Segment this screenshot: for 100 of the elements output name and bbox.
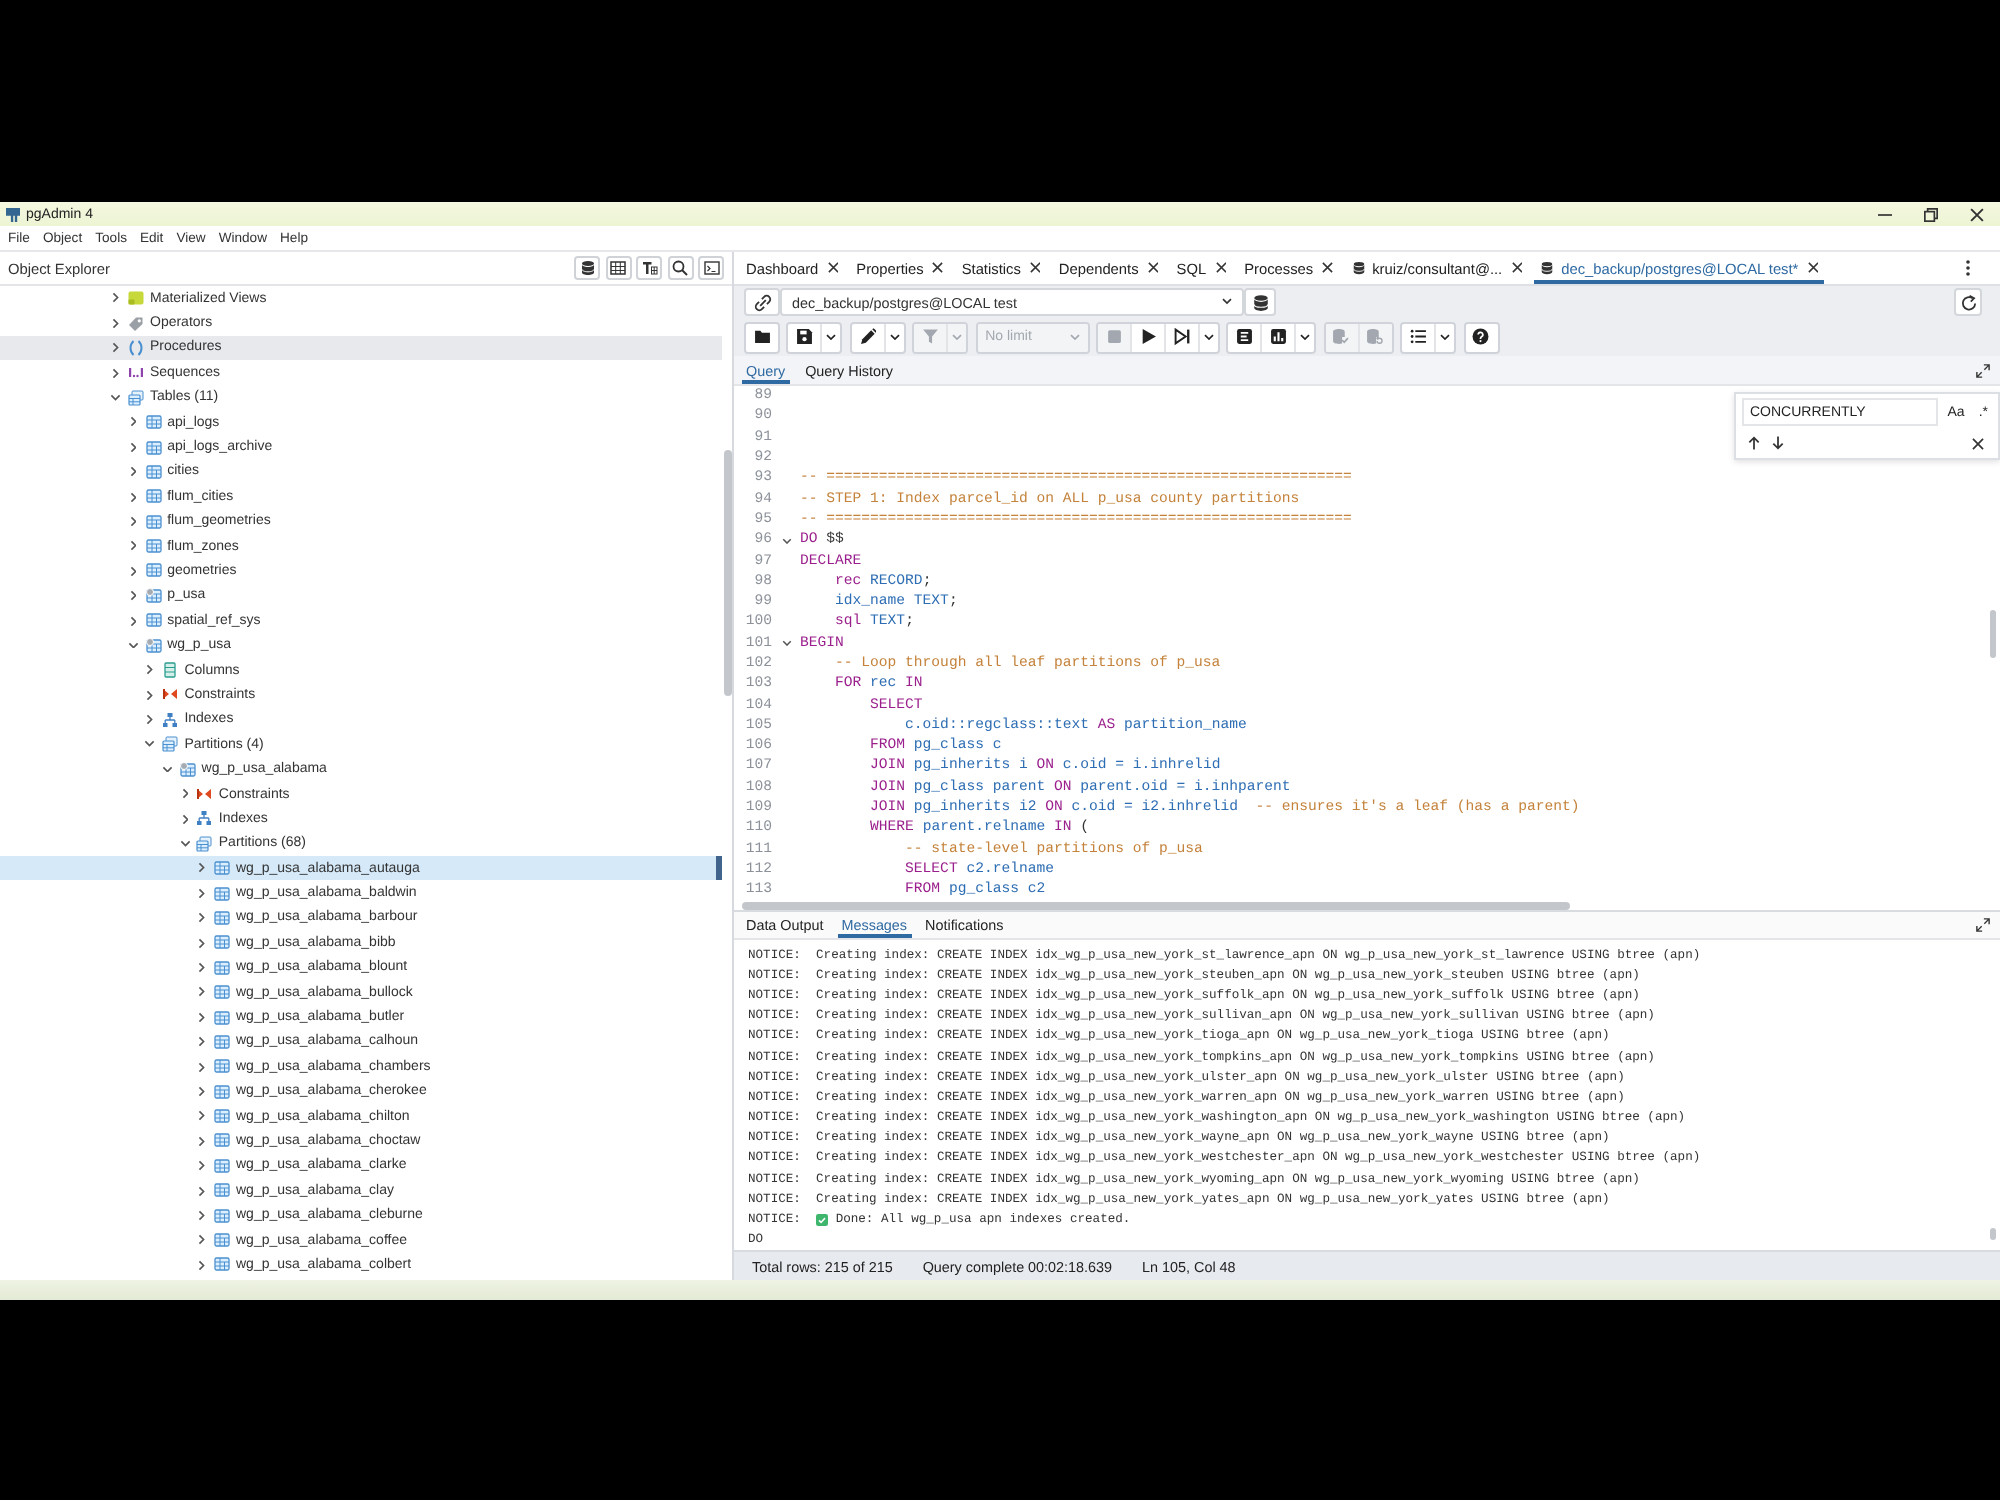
close-icon[interactable] bbox=[1029, 262, 1041, 274]
chevron-right-icon[interactable] bbox=[198, 1259, 206, 1271]
terminal-icon bbox=[703, 260, 719, 276]
dropdown-button[interactable] bbox=[1434, 323, 1455, 351]
dropdown-button[interactable] bbox=[1294, 323, 1315, 351]
chevron-right-icon[interactable] bbox=[129, 441, 137, 453]
close-icon[interactable] bbox=[932, 262, 944, 274]
scrollbar-thumb[interactable] bbox=[724, 450, 731, 696]
arrow-up-icon[interactable] bbox=[1748, 436, 1760, 450]
chevron-right-icon[interactable] bbox=[181, 813, 189, 825]
close-icon[interactable] bbox=[1511, 262, 1523, 274]
chevron-right-icon[interactable] bbox=[198, 912, 206, 924]
chevron-down-icon[interactable] bbox=[127, 641, 139, 649]
table-icon bbox=[214, 1083, 230, 1100]
close-icon[interactable] bbox=[1215, 262, 1227, 274]
chevron-down-icon[interactable] bbox=[781, 640, 791, 647]
list-icon bbox=[1409, 328, 1427, 346]
new-connection-button[interactable] bbox=[1244, 288, 1276, 316]
chevron-down-icon[interactable] bbox=[162, 765, 174, 773]
chevron-right-icon[interactable] bbox=[198, 1209, 206, 1221]
dropdown-button[interactable] bbox=[883, 323, 904, 351]
chevron-right-icon[interactable] bbox=[198, 937, 206, 949]
chevron-right-icon[interactable] bbox=[198, 1110, 206, 1122]
chevron-right-icon[interactable] bbox=[198, 961, 206, 973]
table-icon bbox=[214, 885, 230, 902]
rotate-icon bbox=[1959, 293, 1977, 311]
table-icon bbox=[214, 909, 230, 926]
caret-icon bbox=[1222, 298, 1232, 306]
chevron-right-icon[interactable] bbox=[112, 317, 120, 329]
database-icon bbox=[579, 260, 595, 276]
close-icon[interactable] bbox=[1972, 437, 1984, 449]
chevron-right-icon[interactable] bbox=[112, 342, 120, 354]
expand-icon[interactable] bbox=[1976, 363, 1990, 377]
expand-icon[interactable] bbox=[1976, 918, 1990, 932]
chevron-right-icon[interactable] bbox=[129, 515, 137, 527]
search-icon bbox=[672, 260, 688, 276]
chevron-down-icon[interactable] bbox=[781, 537, 791, 544]
psql-tool-button[interactable] bbox=[698, 256, 724, 280]
caret-icon bbox=[826, 333, 837, 341]
table-icon bbox=[214, 984, 230, 1001]
dropdown-button[interactable] bbox=[820, 323, 841, 351]
scrollbar-thumb[interactable] bbox=[1990, 610, 1996, 658]
close-icon[interactable] bbox=[1322, 262, 1334, 274]
table-icon bbox=[145, 488, 162, 505]
connection-status-button[interactable] bbox=[744, 288, 780, 316]
chevron-right-icon[interactable] bbox=[112, 367, 120, 379]
caret-icon bbox=[1440, 333, 1451, 341]
chevron-right-icon[interactable] bbox=[198, 862, 206, 874]
arrow-down-icon[interactable] bbox=[1772, 436, 1784, 450]
chevron-right-icon[interactable] bbox=[198, 1135, 206, 1147]
dropdown-button[interactable] bbox=[1197, 323, 1218, 351]
chevron-right-icon[interactable] bbox=[129, 540, 137, 552]
table-grid-icon bbox=[610, 260, 626, 276]
chevron-right-icon[interactable] bbox=[198, 1061, 206, 1073]
table-badge-icon bbox=[179, 761, 196, 778]
chevron-right-icon[interactable] bbox=[129, 416, 137, 428]
chevron-right-icon[interactable] bbox=[129, 590, 137, 602]
chevron-right-icon[interactable] bbox=[198, 1011, 206, 1023]
chevron-right-icon[interactable] bbox=[112, 292, 120, 304]
close-icon[interactable] bbox=[1147, 262, 1159, 274]
restore-icon bbox=[1924, 207, 1938, 221]
close-icon[interactable] bbox=[1807, 262, 1819, 274]
bowtie-icon bbox=[196, 786, 213, 802]
folder-icon bbox=[753, 328, 771, 346]
play-bar-icon bbox=[1173, 328, 1191, 346]
tag-icon bbox=[128, 315, 144, 332]
chevron-down-icon[interactable] bbox=[179, 840, 191, 848]
chevron-right-icon[interactable] bbox=[198, 887, 206, 899]
chevron-right-icon[interactable] bbox=[198, 1085, 206, 1097]
chevron-right-icon[interactable] bbox=[129, 491, 137, 503]
scrollbar-thumb[interactable] bbox=[742, 901, 1570, 909]
table-stack-icon bbox=[162, 736, 179, 753]
scrollbar-thumb[interactable] bbox=[1990, 1228, 1996, 1240]
close-icon[interactable] bbox=[827, 262, 839, 274]
chevron-right-icon[interactable] bbox=[198, 1185, 206, 1196]
filtered-rows-button[interactable] bbox=[636, 256, 662, 280]
chevron-right-icon[interactable] bbox=[198, 1160, 206, 1172]
chevron-down-icon[interactable] bbox=[144, 740, 156, 748]
chevron-right-icon[interactable] bbox=[146, 714, 154, 726]
database-icon bbox=[1540, 260, 1555, 276]
reset-layout-button[interactable] bbox=[1954, 288, 1982, 316]
table-badge-icon bbox=[145, 587, 162, 604]
chevron-right-icon[interactable] bbox=[198, 1234, 206, 1246]
chevron-right-icon[interactable] bbox=[146, 664, 154, 676]
chevron-right-icon[interactable] bbox=[146, 689, 154, 701]
chevron-right-icon[interactable] bbox=[129, 615, 137, 627]
chevron-right-icon[interactable] bbox=[129, 466, 137, 478]
view-data-button[interactable] bbox=[605, 256, 631, 280]
chevron-right-icon[interactable] bbox=[198, 986, 206, 998]
filter-icon bbox=[921, 328, 939, 346]
chevron-right-icon[interactable] bbox=[198, 1036, 206, 1048]
chevron-right-icon[interactable] bbox=[129, 565, 137, 577]
table-icon bbox=[214, 959, 230, 976]
table-stack-icon bbox=[128, 389, 144, 406]
chevron-down-icon[interactable] bbox=[110, 394, 122, 401]
query-tool-button[interactable] bbox=[574, 256, 600, 280]
hierarchy-icon bbox=[162, 711, 179, 728]
search-objects-button[interactable] bbox=[667, 256, 693, 280]
chevron-right-icon[interactable] bbox=[181, 788, 189, 800]
table-icon bbox=[214, 1132, 230, 1149]
